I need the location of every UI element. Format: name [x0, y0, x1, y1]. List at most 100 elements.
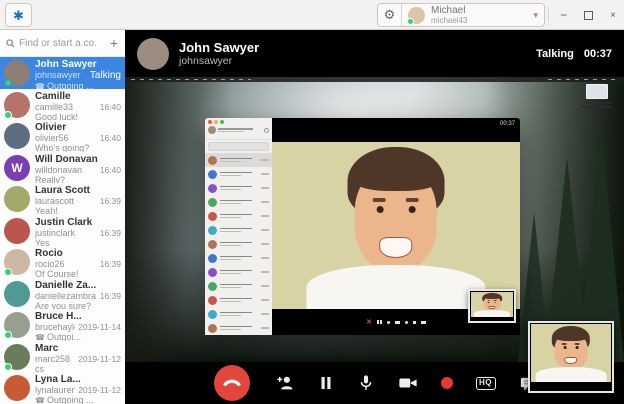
call-timer: 00:37 [584, 48, 612, 60]
gear-icon: ⚙ [384, 7, 396, 23]
app-logo-icon: ✱ [13, 9, 24, 22]
traffic-light-buttons [208, 120, 269, 124]
contact-username: willdonavan [35, 165, 97, 175]
record-button[interactable] [441, 377, 453, 389]
online-dot [4, 331, 12, 339]
contact-row-laura-scott[interactable]: Laura Scott laurascott16:39 Yeah! [0, 183, 125, 215]
mic-icon [387, 321, 390, 324]
call-pane: John Sawyer johnsawyer Talking 00:37 [125, 30, 624, 404]
shared-user-avatar [208, 126, 216, 134]
contact-meta: 16:39 [100, 196, 121, 206]
contact-row-danielle-zambra[interactable]: Danielle Za... daniellezambra16:39 Are y… [0, 278, 125, 310]
add-person-icon [275, 373, 295, 393]
contact-name: Rocio [35, 248, 121, 259]
contact-message: Outgoing ... [47, 395, 94, 404]
contact-row-marc[interactable]: Marc marc2582019-11-12 cs [0, 341, 125, 373]
contact-avatar [4, 60, 30, 86]
contact-row-john-sawyer[interactable]: John Sawyer johnsawyerTalking ☎Outgoing … [0, 57, 125, 89]
avatar-initial: W [11, 161, 22, 175]
account-button-group: ⚙ Michael michael43 ▾ [377, 3, 545, 27]
online-dot [4, 268, 12, 276]
account-username: michael43 [431, 16, 467, 25]
contact-name: Laura Scott [35, 185, 121, 196]
contact-meta: 16:39 [100, 228, 121, 238]
peer-username: johnsawyer [179, 55, 259, 67]
contact-meta: 2019-11-12 [78, 354, 121, 364]
settings-button[interactable]: ⚙ [378, 4, 402, 26]
phone-icon: ☎ [35, 396, 45, 404]
add-person-icon [413, 321, 416, 324]
contact-message: Are you sure? [35, 301, 91, 310]
maximize-button[interactable] [584, 11, 593, 20]
contact-row-olivier[interactable]: Olivier olivier5616:40 Who's going? [0, 120, 125, 152]
app-menu-button[interactable]: ✱ [5, 3, 32, 27]
contact-name: Olivier [35, 122, 121, 133]
phone-icon: ☎ [35, 82, 45, 89]
search-input[interactable] [19, 38, 97, 49]
minimize-button[interactable]: − [560, 10, 567, 20]
account-menu-button[interactable]: Michael michael43 ▾ [402, 4, 544, 26]
contact-avatar [4, 312, 30, 338]
hq-button[interactable]: HQ [476, 377, 496, 390]
shared-call-view: 00:37 ✕ [272, 118, 520, 335]
contact-meta: 16:39 [100, 259, 121, 269]
contact-name: John Sawyer [35, 59, 121, 70]
contact-meta: Talking [90, 71, 121, 81]
camera-icon [398, 375, 418, 391]
shared-app-window: 00:37 ✕ [205, 118, 520, 335]
contact-row-will-donavan[interactable]: W Will Donavan willdonavan16:40 Really? [0, 152, 125, 184]
search-row: + [0, 30, 125, 57]
shared-remote-video [272, 142, 520, 309]
phone-icon: ☎ [35, 333, 45, 341]
hangup-icon: ✕ [366, 319, 372, 326]
user-avatar [408, 7, 425, 24]
peer-avatar [137, 38, 169, 70]
hangup-icon [221, 372, 243, 394]
contact-row-camille[interactable]: Camille camille3316:40 Good luck! [0, 89, 125, 121]
record-icon [441, 377, 453, 389]
hq-icon: HQ [476, 377, 496, 390]
add-contact-button[interactable]: + [110, 37, 118, 49]
contact-meta: 16:39 [100, 291, 121, 301]
contact-row-justin-clark[interactable]: Justin Clark justinclark16:39 Yes [0, 215, 125, 247]
shared-app-sidebar [205, 118, 272, 335]
contact-username: daniellezambra [35, 291, 97, 301]
contact-row-lyna-laurens[interactable]: Lyna La... lynalaurens2019-11-12 ☎Outgoi… [0, 372, 125, 404]
header-divider [548, 7, 549, 22]
shared-call-timer: 00:37 [500, 121, 515, 127]
hangup-button[interactable] [214, 365, 250, 401]
contact-username: marc258 [35, 354, 75, 364]
contact-message: Yeah! [35, 206, 58, 215]
contact-message: cs [35, 364, 44, 373]
shared-menubar [125, 77, 624, 82]
contact-list: John Sawyer johnsawyerTalking ☎Outgoing … [0, 57, 125, 404]
contact-row-bruce-hayler[interactable]: Bruce H... brucehayler2019-11-14 ☎Outgoi… [0, 309, 125, 341]
contact-avatar [4, 218, 30, 244]
peer-name: John Sawyer [179, 40, 259, 55]
online-dot [4, 111, 12, 119]
screen-share-video: 00:37 ✕ [125, 77, 624, 362]
contact-message: Really? [35, 175, 65, 184]
mute-button[interactable] [357, 374, 375, 392]
mic-icon [357, 374, 375, 392]
contact-message: Who's going? [35, 143, 89, 152]
contact-name: Lyna La... [35, 374, 121, 385]
online-dot [407, 18, 414, 25]
online-dot [4, 363, 12, 371]
contact-message: Outgoing ... [47, 81, 94, 89]
gear-icon [264, 128, 269, 133]
camera-button[interactable] [398, 375, 418, 391]
shared-desktop-icon-label [582, 102, 612, 109]
pause-button[interactable] [318, 375, 334, 391]
contact-meta: 16:40 [100, 102, 121, 112]
camera-icon [395, 321, 400, 324]
pause-icon [377, 320, 379, 324]
close-button[interactable]: × [610, 10, 616, 21]
contact-username: laurascott [35, 196, 97, 206]
contact-name: Justin Clark [35, 217, 121, 228]
contact-meta: 2019-11-14 [78, 322, 121, 332]
contact-row-rocio[interactable]: Rocio rocio2616:39 Of Course! [0, 246, 125, 278]
contact-avatar: W [4, 155, 30, 181]
add-person-button[interactable] [275, 373, 295, 393]
window-header-bar: ✱ ⚙ Michael michael43 ▾ − × [0, 0, 624, 30]
